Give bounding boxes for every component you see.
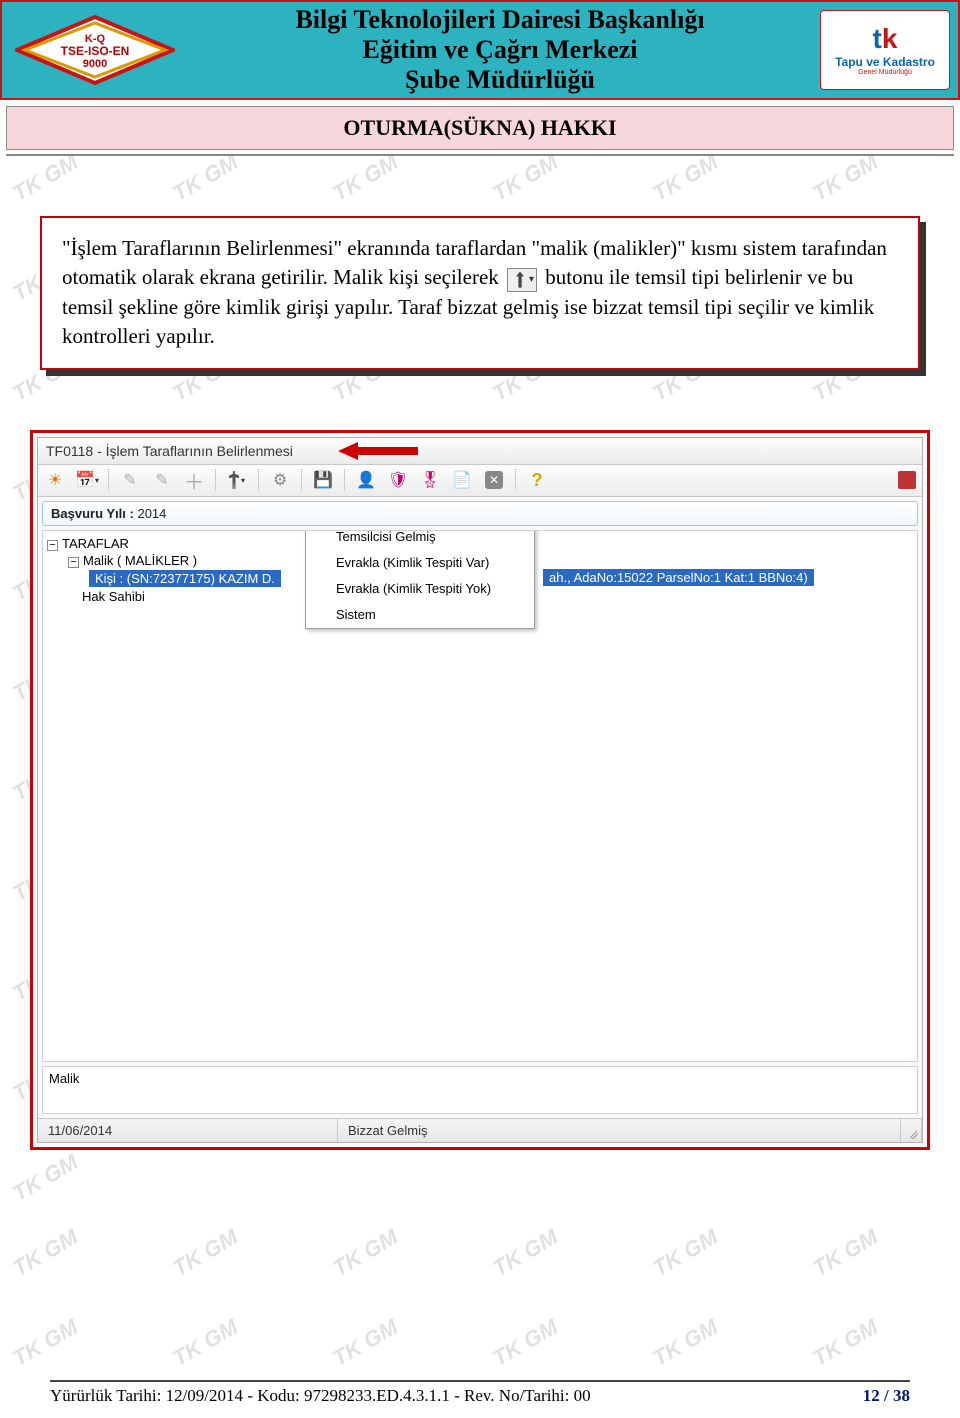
person-dropdown-icon: [507, 268, 537, 292]
logo-right-text: Tapu ve Kadastro: [835, 55, 935, 69]
toolbar-user-icon[interactable]: 👤: [355, 469, 377, 491]
toolbar-doc-icon[interactable]: 📄: [451, 469, 473, 491]
toolbar-separator: [515, 469, 516, 491]
person-icon: [312, 554, 326, 572]
watermark: TK GM: [8, 1149, 82, 1207]
dropdown-item-label: Evrakla (Kimlik Tespiti Var): [336, 555, 489, 570]
person-icon: [312, 530, 326, 546]
watermark: TK GM: [808, 149, 882, 207]
watermark: TK GM: [168, 149, 242, 207]
watermark: TK GM: [8, 1314, 82, 1372]
dropdown-item-evrakla-yok[interactable]: Evrakla (Kimlik Tespiti Yok): [306, 576, 534, 602]
statusbar-date: 11/06/2014: [38, 1119, 338, 1142]
watermark: TK GM: [808, 1314, 882, 1372]
footer-left: Yürürlük Tarihi: 12/09/2014 - Kodu: 9729…: [50, 1386, 591, 1406]
tree-selected-left: Kişi : (SN:72377175) KAZIM D.: [89, 570, 281, 587]
watermark: TK GM: [648, 1314, 722, 1372]
page-footer: Yürürlük Tarihi: 12/09/2014 - Kodu: 9729…: [0, 1380, 960, 1406]
watermark: TK GM: [168, 1224, 242, 1282]
app-window: TF0118 - İşlem Taraflarının Belirlenmesi…: [37, 437, 923, 1143]
statusbar: 11/06/2014 Bizzat Gelmiş: [38, 1118, 922, 1142]
header-line1: Bilgi Teknolojileri Dairesi Başkanlığı: [180, 5, 820, 35]
callout-arrow-icon: [338, 442, 418, 460]
header-title-block: Bilgi Teknolojileri Dairesi Başkanlığı E…: [180, 5, 820, 95]
section-title: OTURMA(SÜKNA) HAKKI: [6, 106, 954, 150]
toolbar-action1-icon[interactable]: ✎: [119, 469, 141, 491]
dropdown-item-evrakla-var[interactable]: Evrakla (Kimlik Tespiti Var): [306, 550, 534, 576]
footer-divider: [50, 1380, 910, 1382]
watermark: TK GM: [8, 149, 82, 207]
toolbar-separator: [215, 469, 216, 491]
watermark: TK GM: [8, 1224, 82, 1282]
screenshot-frame: TF0118 - İşlem Taraflarının Belirlenmesi…: [30, 430, 930, 1150]
toolbar-separator: [301, 469, 302, 491]
resize-grip-icon[interactable]: [901, 1119, 922, 1142]
logo-left-line3: 9000: [15, 58, 175, 70]
toolbar: ☀ 📅▾ ✎ ✎ ＋ ▾ ⚙ 💾 👤 🛡 🎖 📄 ✕ ?: [38, 465, 922, 497]
statusbar-mode: Bizzat Gelmiş: [338, 1119, 901, 1142]
watermark: TK GM: [328, 1224, 402, 1282]
toolbar-gear-icon[interactable]: ⚙: [269, 469, 291, 491]
logo-left: K-Q TSE-ISO-EN 9000: [10, 10, 180, 90]
logo-right-mark: tk: [873, 25, 898, 53]
person-icon: [312, 580, 326, 598]
toolbar-separator: [344, 469, 345, 491]
status-text-field[interactable]: Malik: [42, 1066, 918, 1114]
tree-collapse-icon[interactable]: −: [68, 557, 79, 568]
watermark: TK GM: [328, 1314, 402, 1372]
watermark: TK GM: [808, 1224, 882, 1282]
dropdown-item-temsilcisi-gelmis[interactable]: Temsilcisi Gelmiş: [306, 530, 534, 550]
toolbar-calendar-icon[interactable]: 📅▾: [76, 469, 98, 491]
watermark: TK GM: [328, 149, 402, 207]
logo-left-line2: TSE-ISO-EN: [15, 45, 175, 58]
person-icon: [312, 606, 326, 624]
watermark: TK GM: [168, 1314, 242, 1372]
tree-root-label: TARAFLAR: [62, 536, 129, 551]
basvuru-year: 2014: [137, 506, 166, 521]
toolbar-close-round-icon[interactable]: ✕: [483, 469, 505, 491]
dropdown-item-label: Sistem: [336, 607, 376, 622]
header-line2: Eğitim ve Çağrı Merkezi: [180, 35, 820, 65]
footer-page-number: 12 / 38: [863, 1386, 910, 1406]
instruction-box: "İşlem Taraflarının Belirlenmesi" ekranı…: [40, 216, 920, 370]
watermark: TK GM: [648, 149, 722, 207]
tree-kisi-label: Kişi : (SN:72377175) KAZIM D.: [95, 571, 275, 586]
tree-malik-label: Malik ( MALİKLER ): [83, 553, 197, 568]
toolbar-separator: [108, 469, 109, 491]
watermark: TK GM: [488, 149, 562, 207]
page-header: K-Q TSE-ISO-EN 9000 Bilgi Teknolojileri …: [0, 0, 960, 100]
toolbar-action2-icon[interactable]: ✎: [151, 469, 173, 491]
toolbar-sun-icon[interactable]: ☀: [44, 469, 66, 491]
logo-right-sub: Genel Müdürlüğü: [858, 69, 912, 76]
toolbar-help-icon[interactable]: ?: [526, 469, 548, 491]
tree-collapse-icon[interactable]: −: [47, 540, 58, 551]
toolbar-person-dropdown-icon[interactable]: ▾: [226, 469, 248, 491]
toolbar-separator: [258, 469, 259, 491]
toolbar-exit-icon[interactable]: [898, 471, 916, 489]
tree-hak-label: Hak Sahibi: [82, 589, 145, 604]
status-field-label: Malik: [49, 1071, 79, 1086]
header-line3: Şube Müdürlüğü: [180, 65, 820, 95]
toolbar-save-icon[interactable]: 💾: [312, 469, 334, 491]
window-titlebar: TF0118 - İşlem Taraflarının Belirlenmesi: [38, 438, 922, 465]
temsil-dropdown[interactable]: Bizzat Gelmiş Temsilcisi Gelmiş Evrakla …: [305, 530, 535, 629]
window-title: TF0118 - İşlem Taraflarının Belirlenmesi: [46, 443, 293, 459]
watermark: TK GM: [488, 1224, 562, 1282]
basvuru-row: Başvuru Yılı : 2014: [42, 501, 918, 526]
tree-area[interactable]: −TARAFLAR −Malik ( MALİKLER ) Kişi : (SN…: [42, 530, 918, 1062]
watermark: TK GM: [488, 1314, 562, 1372]
dropdown-item-sistem[interactable]: Sistem: [306, 602, 534, 628]
dropdown-item-label: Temsilcisi Gelmiş: [336, 530, 436, 545]
toolbar-badge-icon[interactable]: 🎖: [419, 469, 441, 491]
tree-kisi-tail: ah., AdaNo:15022 ParselNo:1 Kat:1 BBNo:4…: [543, 569, 814, 586]
tree-kisi-tail-label: ah., AdaNo:15022 ParselNo:1 Kat:1 BBNo:4…: [543, 569, 814, 586]
watermark: TK GM: [648, 1224, 722, 1282]
toolbar-add-icon[interactable]: ＋: [183, 469, 205, 491]
dropdown-item-label: Evrakla (Kimlik Tespiti Yok): [336, 581, 491, 596]
basvuru-label: Başvuru Yılı :: [51, 506, 137, 521]
logo-right: tk Tapu ve Kadastro Genel Müdürlüğü: [820, 10, 950, 90]
divider: [6, 154, 954, 156]
toolbar-shield-icon[interactable]: 🛡: [387, 469, 409, 491]
